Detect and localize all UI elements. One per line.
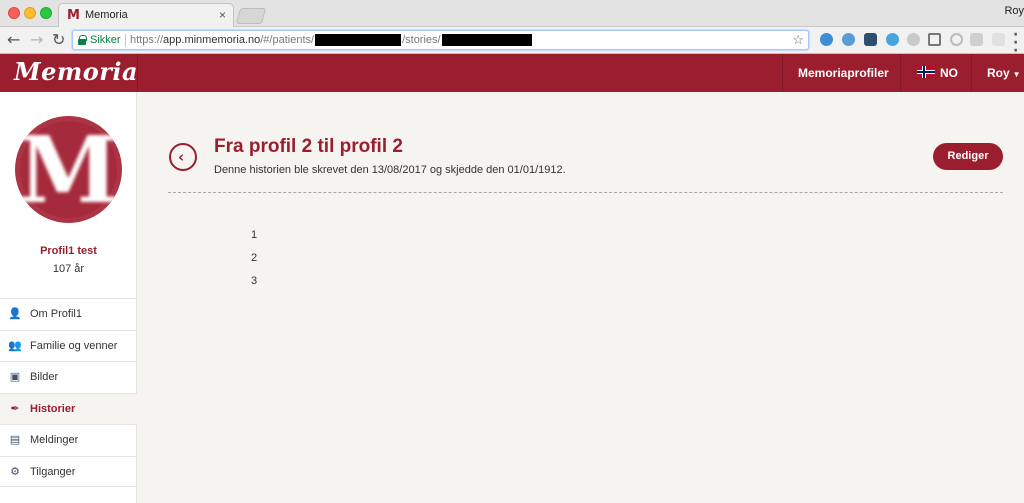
back-arrow-icon[interactable]: ←: [7, 32, 20, 48]
extension-cloud-icon[interactable]: [842, 33, 855, 46]
url-text: https://app.minmemoria.no/#/patients/ /st…: [130, 34, 533, 46]
header-divider: [900, 54, 901, 92]
header-divider: [782, 54, 783, 92]
memoriaprofiler-link[interactable]: Memoriaprofiler: [798, 66, 889, 80]
memoria-logo[interactable]: Memoria: [14, 57, 138, 86]
redacted-block: [315, 34, 402, 46]
language-selector[interactable]: NO: [940, 66, 958, 80]
reload-icon[interactable]: ↻: [52, 32, 65, 48]
browser-profile-name[interactable]: Roy: [1004, 5, 1024, 17]
sidebar-item-label: Meldinger: [30, 434, 79, 446]
bookmark-star-icon[interactable]: ☆: [792, 32, 804, 48]
memoria-favicon-icon: M: [67, 8, 80, 23]
sidebar-item-label: Om Profil1: [30, 308, 82, 320]
app-header: Memoria Memoriaprofiler NO Roy ▼: [0, 54, 1024, 92]
sidebar-item-meldinger[interactable]: ▤ Meldinger: [0, 424, 137, 456]
sidebar-item-label: Bilder: [30, 371, 59, 383]
page-title: Fra profil 2 til profil 2: [214, 136, 403, 157]
avatar: M: [15, 116, 122, 223]
sidebar-item-familie[interactable]: 👥 Familie og venner: [0, 329, 137, 362]
edit-button[interactable]: Rediger: [933, 143, 1003, 170]
message-icon: ▤: [9, 433, 21, 446]
norway-flag-icon[interactable]: [917, 66, 935, 78]
close-window-button[interactable]: [8, 7, 20, 19]
extension-grid-icon[interactable]: [970, 33, 983, 46]
address-bar[interactable]: Sikker https://app.minmemoria.no/#/patie…: [72, 30, 809, 50]
profile-age: 107 år: [52, 263, 85, 275]
extension-snowflake-icon[interactable]: [886, 33, 899, 46]
tab-title: Memoria: [85, 9, 128, 21]
minimize-window-button[interactable]: [24, 7, 36, 19]
url-scheme: https://: [130, 34, 164, 46]
redacted-block: [441, 34, 532, 46]
url-path-patients: /#/patients/: [260, 34, 315, 46]
sidebar: M Profil1 test 107 år 👤 Om Profil1 👥 Fam…: [0, 92, 137, 503]
sidebar-item-label: Tilganger: [30, 465, 76, 478]
sidebar-menu: 👤 Om Profil1 👥 Familie og venner ▣ Bilde…: [0, 298, 137, 487]
extension-globe-icon[interactable]: [820, 33, 833, 46]
tab-close-icon[interactable]: ×: [219, 8, 226, 22]
pen-icon: ✒: [10, 401, 20, 415]
story-line: 3: [251, 275, 258, 287]
browser-toolbar: ← → ↻ Sikker https://app.minmemoria.no/#…: [0, 27, 1024, 58]
extension-clock-icon[interactable]: [950, 33, 963, 46]
users-icon: 👥: [8, 338, 22, 352]
url-path-stories: /stories/: [402, 34, 441, 46]
avatar-monogram: M: [17, 116, 120, 223]
access-icon: ⚙: [10, 464, 20, 478]
maximize-window-button[interactable]: [40, 7, 52, 19]
sidebar-item-historier[interactable]: ✒ Historier: [0, 392, 137, 424]
header-divider: [971, 54, 972, 92]
url-host: app.minmemoria.no: [163, 34, 261, 46]
back-button[interactable]: ‹: [169, 143, 197, 171]
browser-tab[interactable]: M Memoria ×: [58, 3, 234, 28]
story-meta: Denne historien ble skrevet den 13/08/20…: [214, 164, 566, 176]
user-menu[interactable]: Roy ▼: [987, 66, 1021, 80]
address-separator: [125, 34, 126, 47]
new-tab-button[interactable]: [235, 8, 267, 24]
cast-icon[interactable]: [928, 33, 941, 46]
extension-box-icon[interactable]: [864, 33, 877, 46]
extension-hand-icon[interactable]: [992, 33, 1005, 46]
secure-label: Sikker: [90, 34, 121, 46]
sidebar-item-label: Familie og venner: [30, 339, 118, 352]
caret-down-icon: ▼: [1012, 70, 1021, 79]
sidebar-item-tilganger[interactable]: ⚙ Tilganger: [0, 455, 137, 487]
user-name: Roy: [987, 66, 1010, 80]
forward-arrow-icon[interactable]: →: [30, 32, 43, 48]
chevron-left-icon: ‹: [178, 148, 185, 166]
sidebar-item-om-profil[interactable]: 👤 Om Profil1: [0, 298, 137, 330]
browser-menu-icon[interactable]: · · ·: [1013, 28, 1018, 58]
user-icon: 👤: [8, 307, 22, 320]
sidebar-item-label: Historier: [30, 402, 76, 415]
lock-icon: [78, 35, 87, 45]
extension-drive-icon[interactable]: [907, 33, 920, 46]
story-line: 2: [251, 252, 258, 264]
divider: [168, 192, 1003, 193]
story-body: 1 2 3: [251, 229, 257, 298]
browser-tabstrip: M Memoria × Roy: [0, 0, 1024, 28]
story-line: 1: [251, 229, 258, 241]
header-divider: [137, 54, 138, 92]
picture-icon: ▣: [9, 370, 21, 383]
sidebar-item-bilder[interactable]: ▣ Bilder: [0, 361, 137, 393]
profile-name[interactable]: Profil1 test: [0, 245, 137, 257]
